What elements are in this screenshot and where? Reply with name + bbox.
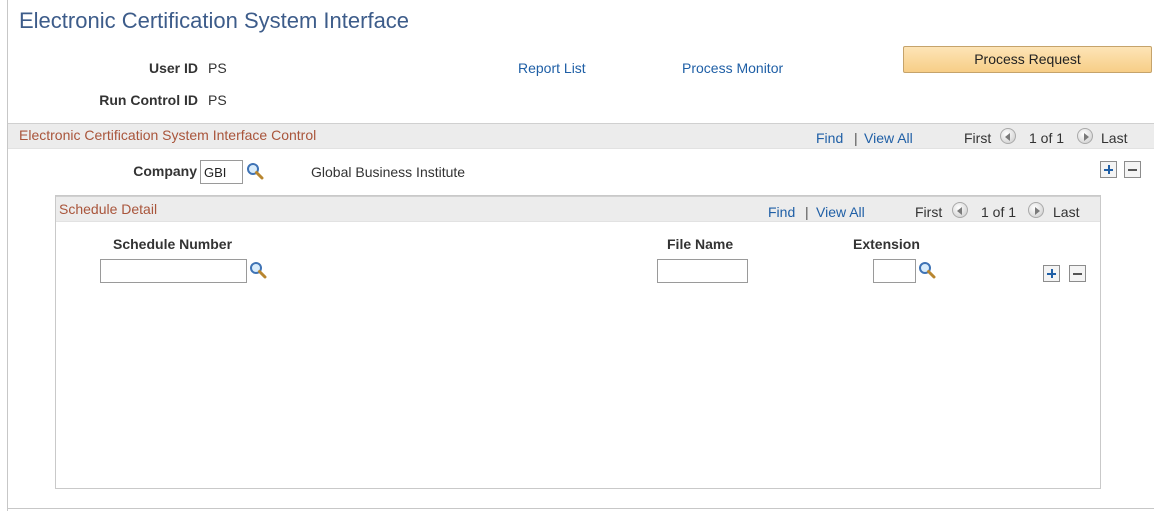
extension-input[interactable] xyxy=(873,259,916,283)
control-first-label: First xyxy=(964,130,992,146)
schedule-nav-separator: | xyxy=(805,204,809,220)
control-find-link[interactable]: Find xyxy=(816,130,843,146)
schedule-first-label: First xyxy=(915,204,943,220)
run-control-id-label: Run Control ID xyxy=(99,92,198,108)
control-view-all-link[interactable]: View All xyxy=(864,130,913,146)
schedule-grid-header xyxy=(56,196,1100,222)
schedule-last-label: Last xyxy=(1053,204,1080,220)
control-row-position: 1 of 1 xyxy=(1029,130,1065,146)
control-last-label: Last xyxy=(1101,130,1128,146)
control-delete-row-button[interactable] xyxy=(1124,161,1141,178)
company-label: Company xyxy=(133,163,197,179)
next-arrow-icon[interactable] xyxy=(1077,128,1093,144)
company-description: Global Business Institute xyxy=(311,164,466,180)
schedule-delete-row-button[interactable] xyxy=(1069,265,1086,282)
process-request-button[interactable]: Process Request xyxy=(903,46,1152,73)
schedule-next-arrow-icon[interactable] xyxy=(1028,202,1044,218)
file-name-header: File Name xyxy=(667,236,734,252)
control-nav-separator: | xyxy=(854,130,858,146)
control-add-row-button[interactable] xyxy=(1100,161,1117,178)
schedule-number-lookup-icon[interactable] xyxy=(249,261,267,279)
run-control-id-value: PS xyxy=(208,92,227,108)
schedule-view-all-link[interactable]: View All xyxy=(816,204,865,220)
extension-lookup-icon[interactable] xyxy=(918,261,936,279)
schedule-row-position: 1 of 1 xyxy=(981,204,1017,220)
file-name-input[interactable] xyxy=(657,259,748,283)
page-title: Electronic Certification System Interfac… xyxy=(19,8,410,33)
schedule-grid-title: Schedule Detail xyxy=(59,201,158,217)
control-grid-title: Electronic Certification System Interfac… xyxy=(19,127,317,143)
schedule-number-input[interactable] xyxy=(100,259,247,283)
page-left-border xyxy=(7,0,8,511)
user-id-value: PS xyxy=(208,60,227,76)
schedule-add-row-button[interactable] xyxy=(1043,265,1060,282)
report-list-link[interactable]: Report List xyxy=(518,60,586,76)
company-input[interactable] xyxy=(200,160,243,184)
page-bottom-border xyxy=(7,508,1154,509)
schedule-find-link[interactable]: Find xyxy=(768,204,795,220)
company-lookup-icon[interactable] xyxy=(246,162,264,180)
schedule-number-header: Schedule Number xyxy=(113,236,233,252)
extension-header: Extension xyxy=(853,236,920,252)
previous-arrow-icon[interactable] xyxy=(1000,128,1016,144)
process-monitor-link[interactable]: Process Monitor xyxy=(682,60,783,76)
schedule-previous-arrow-icon[interactable] xyxy=(952,202,968,218)
user-id-label: User ID xyxy=(148,60,198,76)
